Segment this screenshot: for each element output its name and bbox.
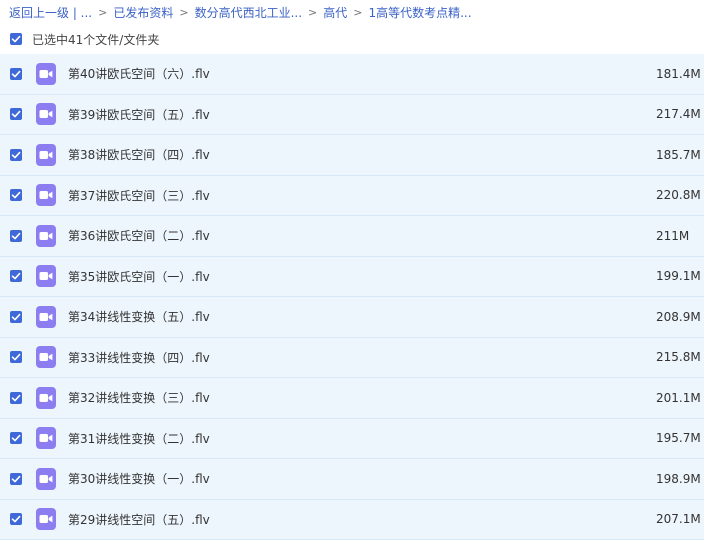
breadcrumb-separator: > [308, 6, 317, 19]
file-size: 220.8M [656, 188, 701, 202]
file-checkbox[interactable] [10, 513, 22, 525]
video-file-icon [36, 346, 56, 368]
file-checkbox[interactable] [10, 392, 22, 404]
file-checkbox[interactable] [10, 351, 22, 363]
file-row[interactable]: 第35讲欧氏空间（一）.flv 199.1M [0, 257, 704, 298]
video-file-icon [36, 184, 56, 206]
file-size: 198.9M [656, 472, 701, 486]
file-checkbox[interactable] [10, 189, 22, 201]
checkmark-icon [11, 231, 21, 241]
file-size: 208.9M [656, 310, 701, 324]
video-file-icon [36, 468, 56, 490]
file-row[interactable]: 第33讲线性变换（四）.flv 215.8M [0, 338, 704, 379]
checkmark-icon [11, 271, 21, 281]
file-name[interactable]: 第40讲欧氏空间（六）.flv [68, 65, 210, 82]
checkmark-icon [11, 69, 21, 79]
breadcrumb-separator: > [98, 6, 107, 19]
file-name[interactable]: 第32讲线性变换（三）.flv [68, 389, 210, 406]
file-row[interactable]: 第37讲欧氏空间（三）.flv 220.8M [0, 176, 704, 217]
file-name[interactable]: 第35讲欧氏空间（一）.flv [68, 268, 210, 285]
file-row[interactable]: 第34讲线性变换（五）.flv 208.9M [0, 297, 704, 338]
video-file-icon [36, 306, 56, 328]
video-file-icon [36, 265, 56, 287]
file-name[interactable]: 第33讲线性变换（四）.flv [68, 349, 210, 366]
file-size: 185.7M [656, 148, 701, 162]
video-file-icon [36, 427, 56, 449]
video-file-icon [36, 508, 56, 530]
video-file-icon [36, 103, 56, 125]
file-name[interactable]: 第38讲欧氏空间（四）.flv [68, 146, 210, 163]
file-name[interactable]: 第31讲线性变换（二）.flv [68, 430, 210, 447]
file-name[interactable]: 第34讲线性变换（五）.flv [68, 308, 210, 325]
breadcrumb-item-subfolder[interactable]: 高代 [323, 4, 347, 21]
file-size: 217.4M [656, 107, 701, 121]
checkmark-icon [11, 190, 21, 200]
select-all-checkbox[interactable] [10, 33, 22, 45]
file-name[interactable]: 第36讲欧氏空间（二）.flv [68, 227, 210, 244]
file-name[interactable]: 第37讲欧氏空间（三）.flv [68, 187, 210, 204]
breadcrumb-separator: > [353, 6, 362, 19]
file-checkbox[interactable] [10, 149, 22, 161]
video-file-icon [36, 387, 56, 409]
file-size: 181.4M [656, 67, 701, 81]
file-size: 199.1M [656, 269, 701, 283]
file-row[interactable]: 第39讲欧氏空间（五）.flv 217.4M [0, 95, 704, 136]
breadcrumb-item-current[interactable]: 1高等代数考点精... [368, 4, 471, 21]
checkmark-icon [11, 352, 21, 362]
checkmark-icon [11, 433, 21, 443]
checkmark-icon [11, 150, 21, 160]
file-checkbox[interactable] [10, 432, 22, 444]
file-checkbox[interactable] [10, 473, 22, 485]
checkmark-icon [11, 474, 21, 484]
file-row[interactable]: 第38讲欧氏空间（四）.flv 185.7M [0, 135, 704, 176]
checkmark-icon [11, 393, 21, 403]
video-file-icon [36, 225, 56, 247]
breadcrumb: 返回上一级 | ... > 已发布资料 > 数分高代西北工业... > 高代 >… [0, 0, 704, 24]
file-name[interactable]: 第29讲线性空间（五）.flv [68, 511, 210, 528]
file-row[interactable]: 第40讲欧氏空间（六）.flv 181.4M [0, 54, 704, 95]
file-checkbox[interactable] [10, 270, 22, 282]
breadcrumb-item-folder[interactable]: 数分高代西北工业... [195, 4, 302, 21]
file-checkbox[interactable] [10, 108, 22, 120]
checkmark-icon [11, 514, 21, 524]
file-checkbox[interactable] [10, 230, 22, 242]
file-row[interactable]: 第36讲欧氏空间（二）.flv 211M [0, 216, 704, 257]
file-checkbox[interactable] [10, 68, 22, 80]
checkmark-icon [11, 34, 21, 44]
file-checkbox[interactable] [10, 311, 22, 323]
breadcrumb-separator: > [179, 6, 188, 19]
video-file-icon [36, 144, 56, 166]
file-name[interactable]: 第39讲欧氏空间（五）.flv [68, 106, 210, 123]
file-size: 215.8M [656, 350, 701, 364]
file-size: 211M [656, 229, 689, 243]
file-row[interactable]: 第30讲线性变换（一）.flv 198.9M [0, 459, 704, 500]
video-file-icon [36, 63, 56, 85]
file-size: 207.1M [656, 512, 701, 526]
file-row[interactable]: 第31讲线性变换（二）.flv 195.7M [0, 419, 704, 460]
file-list: 第40讲欧氏空间（六）.flv 181.4M 第39讲欧氏空间（五）.flv 217.… [0, 54, 704, 540]
checkmark-icon [11, 109, 21, 119]
checkmark-icon [11, 312, 21, 322]
select-all-row: 已选中41个文件/文件夹 [0, 24, 704, 54]
file-size: 195.7M [656, 431, 701, 445]
file-name[interactable]: 第30讲线性变换（一）.flv [68, 470, 210, 487]
file-row[interactable]: 第32讲线性变换（三）.flv 201.1M [0, 378, 704, 419]
file-size: 201.1M [656, 391, 701, 405]
selection-count-label: 已选中41个文件/文件夹 [32, 31, 159, 48]
breadcrumb-item-published[interactable]: 已发布资料 [113, 4, 173, 21]
file-row[interactable]: 第29讲线性空间（五）.flv 207.1M [0, 500, 704, 540]
breadcrumb-back-link[interactable]: 返回上一级 | ... [9, 4, 92, 21]
